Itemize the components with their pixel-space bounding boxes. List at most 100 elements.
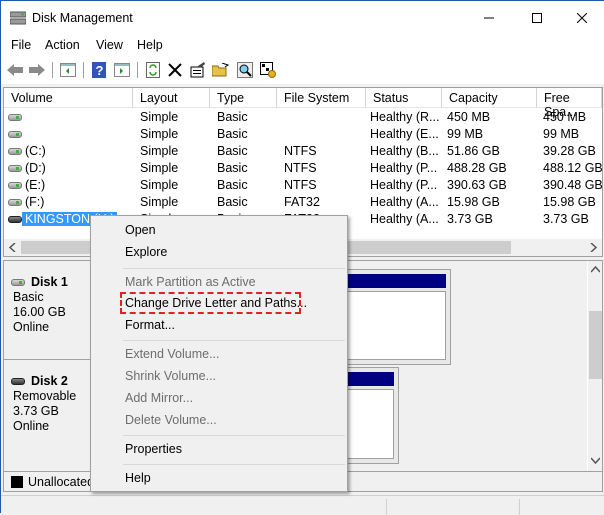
volume-status: Healthy (R... bbox=[370, 110, 440, 124]
vertical-scroll-thumb[interactable] bbox=[589, 311, 602, 379]
close-icon bbox=[577, 12, 587, 23]
disk-icon bbox=[11, 279, 25, 286]
disk-icon bbox=[8, 199, 22, 206]
volume-row[interactable]: (F:) Simple Basic FAT32 Healthy (A... 15… bbox=[4, 194, 602, 211]
status-bar bbox=[1, 495, 604, 515]
volume-row[interactable]: (E:) Simple Basic NTFS Healthy (P... 390… bbox=[4, 177, 603, 194]
disk-icon bbox=[8, 165, 22, 172]
explore-button[interactable] bbox=[236, 61, 254, 79]
volume-row[interactable]: Simple Basic Healthy (R... 450 MB 450 MB bbox=[4, 109, 602, 126]
volume-free-space: 488.12 GB bbox=[543, 161, 603, 175]
menu-item-properties[interactable]: Properties bbox=[93, 439, 345, 461]
volume-row[interactable]: (D:) Simple Basic NTFS Healthy (P... 488… bbox=[4, 160, 603, 177]
volume-status: Healthy (A... bbox=[370, 212, 439, 226]
volume-type: Basic bbox=[217, 144, 248, 158]
menu-file[interactable]: File bbox=[11, 38, 31, 52]
menu-item-delete-volume[interactable]: Delete Volume... bbox=[93, 410, 345, 432]
volume-status: Healthy (A... bbox=[370, 195, 439, 209]
settings-button[interactable] bbox=[259, 61, 277, 79]
column-header-file-system[interactable]: File System bbox=[277, 88, 366, 108]
open-folder-icon bbox=[212, 63, 230, 77]
disk-name: Disk 2 bbox=[31, 374, 68, 388]
help-button[interactable]: ? bbox=[90, 61, 108, 79]
volume-capacity: 390.63 GB bbox=[447, 178, 507, 192]
menu-item-extend-volume[interactable]: Extend Volume... bbox=[93, 344, 345, 366]
volume-capacity: 450 MB bbox=[447, 110, 491, 124]
menu-item-format[interactable]: Format... bbox=[93, 315, 345, 337]
show-hide-console-tree-button[interactable] bbox=[59, 61, 77, 79]
menu-item-open[interactable]: Open bbox=[93, 220, 345, 242]
window-title: Disk Management bbox=[32, 11, 133, 25]
back-button[interactable] bbox=[6, 61, 24, 79]
volume-free-space: 3.73 GB bbox=[543, 212, 589, 226]
menu-help[interactable]: Help bbox=[137, 38, 163, 52]
disk-management-window: Disk Management File Action View Help ? bbox=[0, 0, 604, 515]
scroll-left-icon[interactable] bbox=[9, 243, 16, 252]
column-header-layout[interactable]: Layout bbox=[133, 88, 210, 108]
delete-button[interactable] bbox=[166, 61, 184, 79]
volume-name: (D:) bbox=[25, 161, 46, 175]
menu-item-shrink-volume[interactable]: Shrink Volume... bbox=[93, 366, 345, 388]
minimize-button[interactable] bbox=[466, 1, 512, 34]
volume-row[interactable]: Simple Basic Healthy (E... 99 MB 99 MB bbox=[4, 126, 602, 143]
volume-layout: Simple bbox=[140, 195, 179, 209]
toolbar: ? bbox=[1, 56, 604, 84]
disk-icon bbox=[8, 182, 22, 189]
column-header-type[interactable]: Type bbox=[210, 88, 277, 108]
volume-type: Basic bbox=[217, 195, 248, 209]
volume-row[interactable]: (C:) Simple Basic NTFS Healthy (B... 51.… bbox=[4, 143, 602, 160]
removable-disk-icon bbox=[8, 216, 22, 223]
search-icon bbox=[237, 62, 253, 78]
volume-capacity: 15.98 GB bbox=[447, 195, 500, 209]
volume-free-space: 390.48 GB bbox=[543, 178, 603, 192]
column-header-free-space[interactable]: Free Spa... bbox=[537, 88, 602, 119]
context-menu: Open Explore Mark Partition as Active Ch… bbox=[90, 215, 348, 492]
volume-capacity: 488.28 GB bbox=[447, 161, 507, 175]
menu-item-help[interactable]: Help bbox=[93, 468, 345, 490]
disk-icon bbox=[8, 131, 22, 138]
volume-type: Basic bbox=[217, 127, 248, 141]
volume-capacity: 99 MB bbox=[447, 127, 484, 141]
menu-view[interactable]: View bbox=[96, 38, 123, 52]
toolbar-separator bbox=[137, 62, 138, 78]
column-header-capacity[interactable]: Capacity bbox=[442, 88, 537, 108]
forward-button[interactable] bbox=[28, 61, 46, 79]
properties-icon bbox=[190, 62, 205, 78]
volume-free-space: 450 MB bbox=[543, 110, 587, 124]
scroll-down-icon[interactable] bbox=[591, 457, 600, 464]
scroll-up-icon[interactable] bbox=[591, 266, 600, 273]
menu-item-add-mirror[interactable]: Add Mirror... bbox=[93, 388, 345, 410]
column-header-status[interactable]: Status bbox=[366, 88, 442, 108]
volume-free-space: 39.28 GB bbox=[543, 144, 596, 158]
maximize-button[interactable] bbox=[514, 1, 560, 34]
menu-separator bbox=[123, 268, 345, 269]
removable-disk-icon bbox=[11, 378, 25, 385]
menu-action[interactable]: Action bbox=[45, 38, 80, 52]
minimize-icon bbox=[484, 17, 494, 18]
refresh-button[interactable] bbox=[144, 61, 162, 79]
volume-fs: FAT32 bbox=[284, 195, 320, 209]
volume-type: Basic bbox=[217, 161, 248, 175]
menu-bar: File Action View Help bbox=[1, 34, 604, 56]
volume-capacity: 3.73 GB bbox=[447, 212, 493, 226]
volume-status: Healthy (E... bbox=[370, 127, 439, 141]
menu-item-explore[interactable]: Explore bbox=[93, 242, 345, 264]
scroll-right-icon[interactable] bbox=[590, 243, 597, 252]
volume-layout: Simple bbox=[140, 144, 179, 158]
open-button[interactable] bbox=[212, 61, 230, 79]
column-header-volume[interactable]: Volume bbox=[4, 88, 133, 108]
menu-item-mark-partition-active[interactable]: Mark Partition as Active bbox=[93, 272, 345, 294]
toolbar-separator bbox=[83, 62, 84, 78]
close-button[interactable] bbox=[559, 1, 604, 34]
delete-icon bbox=[168, 63, 182, 77]
show-hide-action-pane-button[interactable] bbox=[113, 61, 131, 79]
volume-layout: Simple bbox=[140, 110, 179, 124]
maximize-icon bbox=[532, 12, 542, 23]
vertical-scrollbar[interactable] bbox=[587, 261, 602, 471]
refresh-icon bbox=[146, 62, 160, 78]
properties-button[interactable] bbox=[189, 61, 207, 79]
volume-name: (F:) bbox=[25, 195, 45, 209]
volume-type: Basic bbox=[217, 178, 248, 192]
volume-capacity: 51.86 GB bbox=[447, 144, 500, 158]
svg-text:?: ? bbox=[96, 63, 104, 78]
